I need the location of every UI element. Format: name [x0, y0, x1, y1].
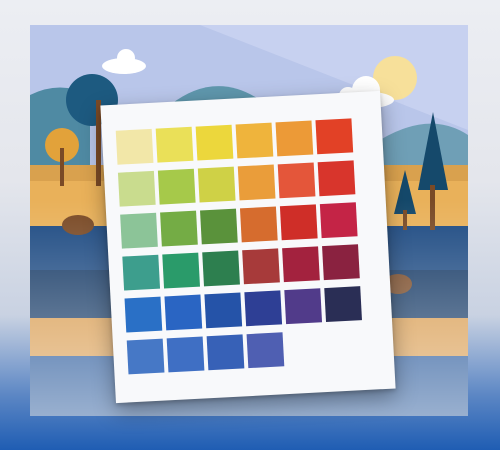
color-swatch[interactable]: [126, 338, 165, 375]
color-palette-card: [100, 90, 396, 404]
color-swatch[interactable]: [157, 168, 196, 205]
color-swatch[interactable]: [317, 160, 356, 197]
color-swatch[interactable]: [244, 290, 283, 327]
color-swatch[interactable]: [277, 162, 316, 199]
color-swatch[interactable]: [279, 204, 318, 241]
color-swatch[interactable]: [284, 288, 323, 325]
color-swatch[interactable]: [239, 206, 278, 243]
color-swatch[interactable]: [117, 170, 156, 207]
color-swatch[interactable]: [162, 252, 201, 289]
color-swatch[interactable]: [195, 124, 234, 161]
color-swatch[interactable]: [319, 202, 358, 239]
color-swatch[interactable]: [124, 296, 163, 333]
color-swatch[interactable]: [324, 286, 362, 323]
color-swatch[interactable]: [122, 254, 161, 291]
color-swatch[interactable]: [155, 126, 194, 163]
color-swatch[interactable]: [115, 128, 154, 165]
color-swatch[interactable]: [202, 250, 240, 287]
color-swatch[interactable]: [246, 332, 285, 369]
color-swatch[interactable]: [204, 292, 243, 329]
color-swatch[interactable]: [235, 122, 274, 159]
color-swatch[interactable]: [206, 334, 245, 371]
color-swatch[interactable]: [197, 166, 236, 203]
color-swatch[interactable]: [200, 208, 238, 245]
color-swatch[interactable]: [160, 210, 198, 247]
color-swatch[interactable]: [166, 336, 205, 373]
color-swatch[interactable]: [322, 244, 360, 281]
color-swatch[interactable]: [120, 212, 158, 249]
color-swatch[interactable]: [242, 248, 280, 285]
color-swatch[interactable]: [282, 246, 320, 283]
color-swatch[interactable]: [164, 294, 203, 331]
color-swatch[interactable]: [275, 120, 314, 157]
color-swatch[interactable]: [237, 164, 276, 201]
color-swatch[interactable]: [315, 118, 354, 155]
